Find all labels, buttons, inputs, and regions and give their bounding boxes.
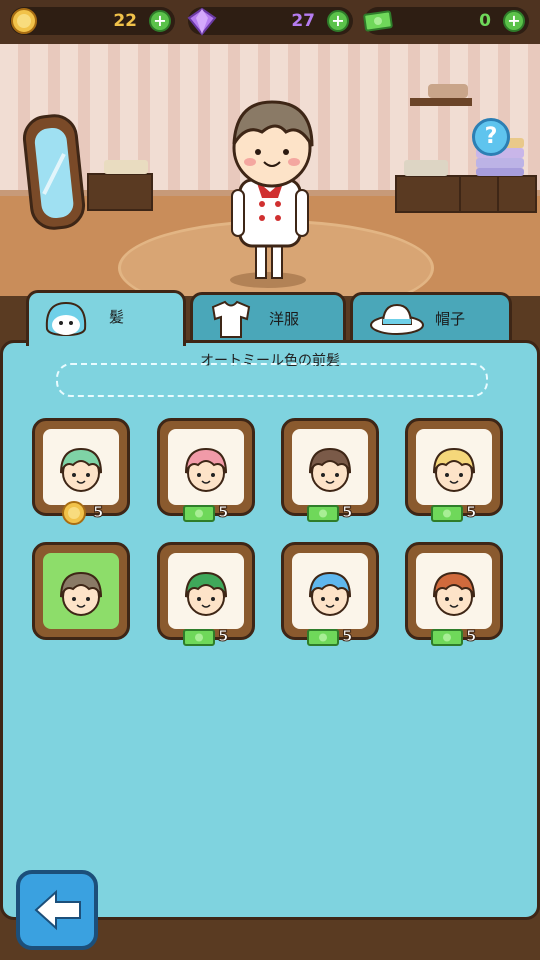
hair-item[interactable]: 5 — [157, 418, 255, 522]
hair-item[interactable]: 5 — [405, 542, 503, 646]
shirt-icon — [211, 300, 251, 338]
hair-item-frame — [292, 429, 368, 505]
cash-icon — [307, 505, 339, 522]
item-price-value: 5 — [465, 503, 477, 522]
character-avatar — [230, 100, 314, 288]
coin-icon — [62, 501, 86, 525]
item-price-value: 5 — [465, 627, 477, 646]
room-furniture — [22, 84, 537, 288]
item-price-value: 5 — [341, 627, 353, 646]
coin-icon — [11, 8, 37, 34]
hat-icon — [370, 303, 424, 335]
mirror-icon — [22, 114, 86, 230]
coin-count: 22 — [113, 11, 137, 31]
cash-icon — [431, 629, 463, 646]
hair-item[interactable] — [32, 542, 130, 640]
hair-preview-icon — [185, 447, 227, 492]
hair-item-frame — [168, 429, 244, 505]
hair-item[interactable]: 5 — [32, 418, 130, 525]
add-gems-button[interactable]: + — [327, 10, 349, 32]
hair-preview-icon — [433, 447, 475, 492]
tab-hair[interactable]: 髪 — [26, 290, 186, 346]
tab-clothes-label: 洋服 — [269, 310, 300, 328]
hair-item-frame — [292, 553, 368, 629]
hair-item[interactable]: 5 — [157, 542, 255, 646]
gem-count: 27 — [291, 11, 315, 31]
cash-icon — [307, 629, 339, 646]
gem-icon — [187, 7, 217, 36]
cash-icon — [183, 505, 215, 522]
hair-preview-icon — [60, 447, 102, 492]
tab-hat[interactable]: 帽子 — [350, 292, 512, 344]
hair-item-frame — [416, 553, 492, 629]
hair-preview-icon — [309, 447, 351, 492]
item-price-value: 5 — [217, 627, 229, 646]
item-name-box — [56, 363, 488, 397]
add-coins-button[interactable]: + — [149, 10, 171, 32]
cash-icon — [431, 505, 463, 522]
item-price-value: 5 — [92, 503, 104, 522]
item-price-value: 5 — [341, 503, 353, 522]
hair-item[interactable]: 5 — [281, 418, 379, 522]
hair-item[interactable]: 5 — [405, 418, 503, 522]
back-button[interactable] — [16, 870, 98, 950]
coin-counter: 22 + — [10, 7, 175, 35]
back-arrow-icon — [34, 889, 81, 931]
hair-item[interactable]: 5 — [281, 542, 379, 646]
hair-item-frame — [43, 553, 119, 629]
hair-item-frame — [43, 429, 119, 505]
currency-bar: 22 + 27 + 0 + — [0, 0, 540, 44]
add-cash-button[interactable]: + — [503, 10, 525, 32]
hair-preview-icon — [309, 571, 351, 616]
cash-count: 0 — [479, 11, 491, 31]
cash-icon — [363, 10, 393, 32]
item-price-value: 5 — [217, 503, 229, 522]
cash-icon — [183, 629, 215, 646]
hair-preview-icon — [60, 571, 102, 616]
hair-preview-icon — [185, 571, 227, 616]
hair-item-frame — [168, 553, 244, 629]
tab-hair-label: 髪 — [109, 308, 125, 326]
gem-counter: 27 + — [187, 7, 353, 36]
cash-counter: 0 + — [363, 7, 529, 35]
tab-clothes[interactable]: 洋服 — [190, 292, 346, 344]
hair-item-frame — [416, 429, 492, 505]
hair-preview-icon — [433, 571, 475, 616]
hair-icon — [45, 301, 87, 337]
tab-hat-label: 帽子 — [435, 310, 466, 328]
help-button[interactable]: ? — [472, 118, 510, 156]
room-scene: ? — [0, 44, 540, 296]
